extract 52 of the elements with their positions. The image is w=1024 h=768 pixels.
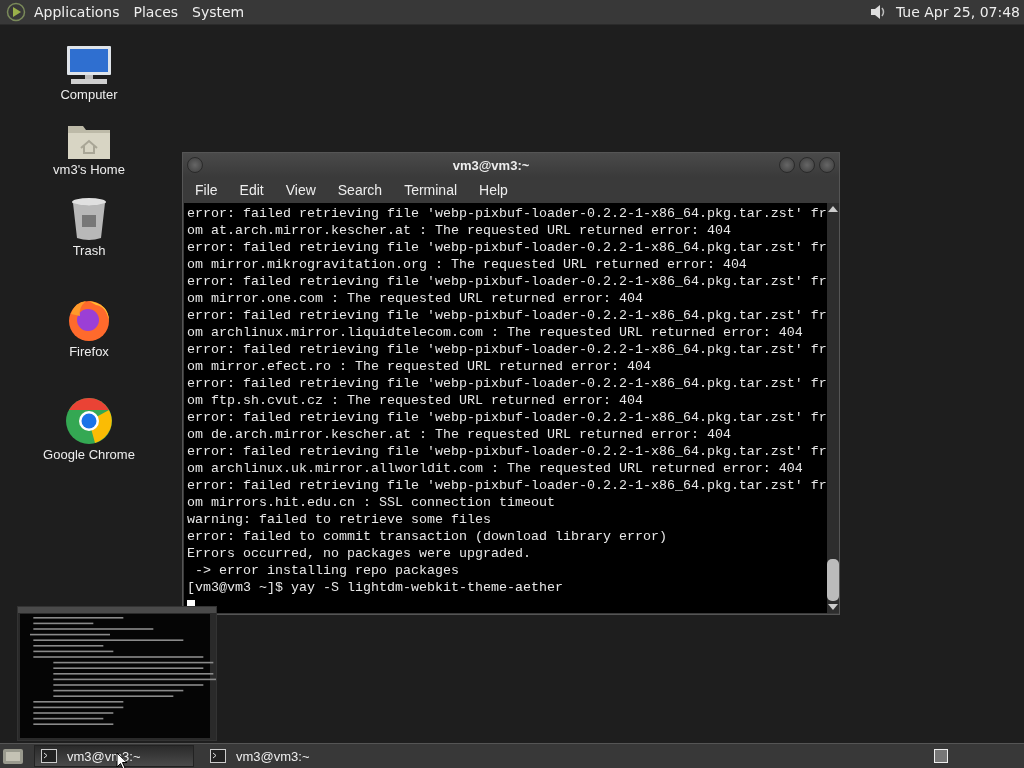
terminal-line: error: failed retrieving file 'webp-pixbuf-loader-0.2.2-1-x86_64.pkg.tar.zst' fr	[187, 375, 827, 392]
desktop-icon-label[interactable]: Google Chrome	[43, 447, 135, 462]
terminal-line: error: failed retrieving file 'webp-pixbuf-loader-0.2.2-1-x86_64.pkg.tar.zst' fr	[187, 477, 827, 494]
menu-item[interactable]: Search	[337, 182, 383, 198]
desktop-icon-label[interactable]: vm3's Home	[53, 162, 125, 177]
workspace-switcher[interactable]	[934, 749, 948, 763]
terminal-line: error: failed retrieving file 'webp-pixbuf-loader-0.2.2-1-x86_64.pkg.tar.zst' fr	[187, 273, 827, 290]
taskbar-button[interactable]: vm3@vm3:~	[204, 745, 364, 767]
chrome-icon[interactable]	[65, 397, 113, 445]
computer-icon[interactable]	[65, 45, 113, 85]
clock[interactable]: Tue Apr 25, 07:48	[895, 4, 1020, 20]
menu-item[interactable]: Terminal	[404, 182, 458, 198]
terminal-line: error: failed retrieving file 'webp-pixbuf-loader-0.2.2-1-x86_64.pkg.tar.zst' fr	[187, 239, 827, 256]
show-desktop-icon[interactable]	[2, 747, 24, 765]
scrollbar[interactable]	[826, 203, 839, 613]
scroll-down-icon[interactable]	[827, 604, 838, 610]
panel-menu[interactable]: System	[192, 4, 245, 20]
scroll-thumb[interactable]	[826, 559, 839, 601]
terminal-line: om de.arch.mirror.kescher.at : The requested URL returned error: 404	[187, 426, 732, 443]
terminal-line: warning: failed to retrieve some files	[187, 511, 492, 528]
distro-logo-icon[interactable]	[6, 2, 26, 22]
terminal-line: error: failed retrieving file 'webp-pixbuf-loader-0.2.2-1-x86_64.pkg.tar.zst' fr	[187, 409, 827, 426]
trash-icon[interactable]	[70, 197, 108, 241]
panel-menu[interactable]: Applications	[34, 4, 120, 20]
terminal-line: [vm3@vm3 ~]$ yay -S lightdm-webkit-theme-aether	[187, 579, 564, 596]
terminal-line: om mirror.mikrogravitation.org : The requested URL returned error: 404	[187, 256, 748, 273]
menu-item[interactable]: Help	[479, 182, 508, 198]
terminal-line: error: failed to commit transaction (download library error)	[187, 528, 668, 545]
terminal-line: error: failed retrieving file 'webp-pixbuf-loader-0.2.2-1-x86_64.pkg.tar.zst' fr	[187, 443, 827, 460]
terminal-line: om archlinux.uk.mirror.allworldit.com : The requested URL returned error: 404	[187, 460, 804, 477]
terminal-line: om mirrors.hit.edu.cn : SSL connection timeout	[187, 494, 556, 511]
panel-menu[interactable]: Places	[133, 4, 179, 20]
terminal-icon	[210, 749, 226, 763]
terminal-line: om ftp.sh.cvut.cz : The requested URL returned error: 404	[187, 392, 644, 409]
terminal-line: om mirror.one.com : The requested URL returned error: 404	[187, 290, 644, 307]
window-title: vm3@vm3:~	[451, 157, 531, 173]
desktop-icon-label[interactable]: Firefox	[69, 344, 109, 359]
desktop-icon-label[interactable]: Computer	[60, 87, 118, 102]
terminal-line: om archlinux.mirror.liquidtelecom.com : The requested URL returned error: 404	[187, 324, 804, 341]
menu-item[interactable]: View	[285, 182, 316, 198]
terminal-line: -> error installing repo packages	[194, 562, 460, 579]
menu-item[interactable]: Edit	[239, 182, 264, 198]
terminal-line: error: failed retrieving file 'webp-pixbuf-loader-0.2.2-1-x86_64.pkg.tar.zst' fr	[187, 341, 827, 358]
terminal-line: error: failed retrieving file 'webp-pixbuf-loader-0.2.2-1-x86_64.pkg.tar.zst' fr	[187, 205, 827, 222]
terminal-line: Errors occurred, no packages were upgraded.	[187, 545, 532, 562]
terminal-icon	[41, 749, 57, 763]
terminal-line: om mirror.efect.ro : The requested URL returned error: 404	[187, 358, 652, 375]
menu-item[interactable]: File	[195, 182, 218, 198]
terminal-line: error: failed retrieving file 'webp-pixbuf-loader-0.2.2-1-x86_64.pkg.tar.zst' fr	[187, 307, 827, 324]
desktop-icon-label[interactable]: Trash	[72, 243, 106, 258]
terminal-line: om at.arch.mirror.kescher.at : The requested URL returned error: 404	[187, 222, 732, 239]
scroll-up-icon[interactable]	[827, 206, 838, 212]
